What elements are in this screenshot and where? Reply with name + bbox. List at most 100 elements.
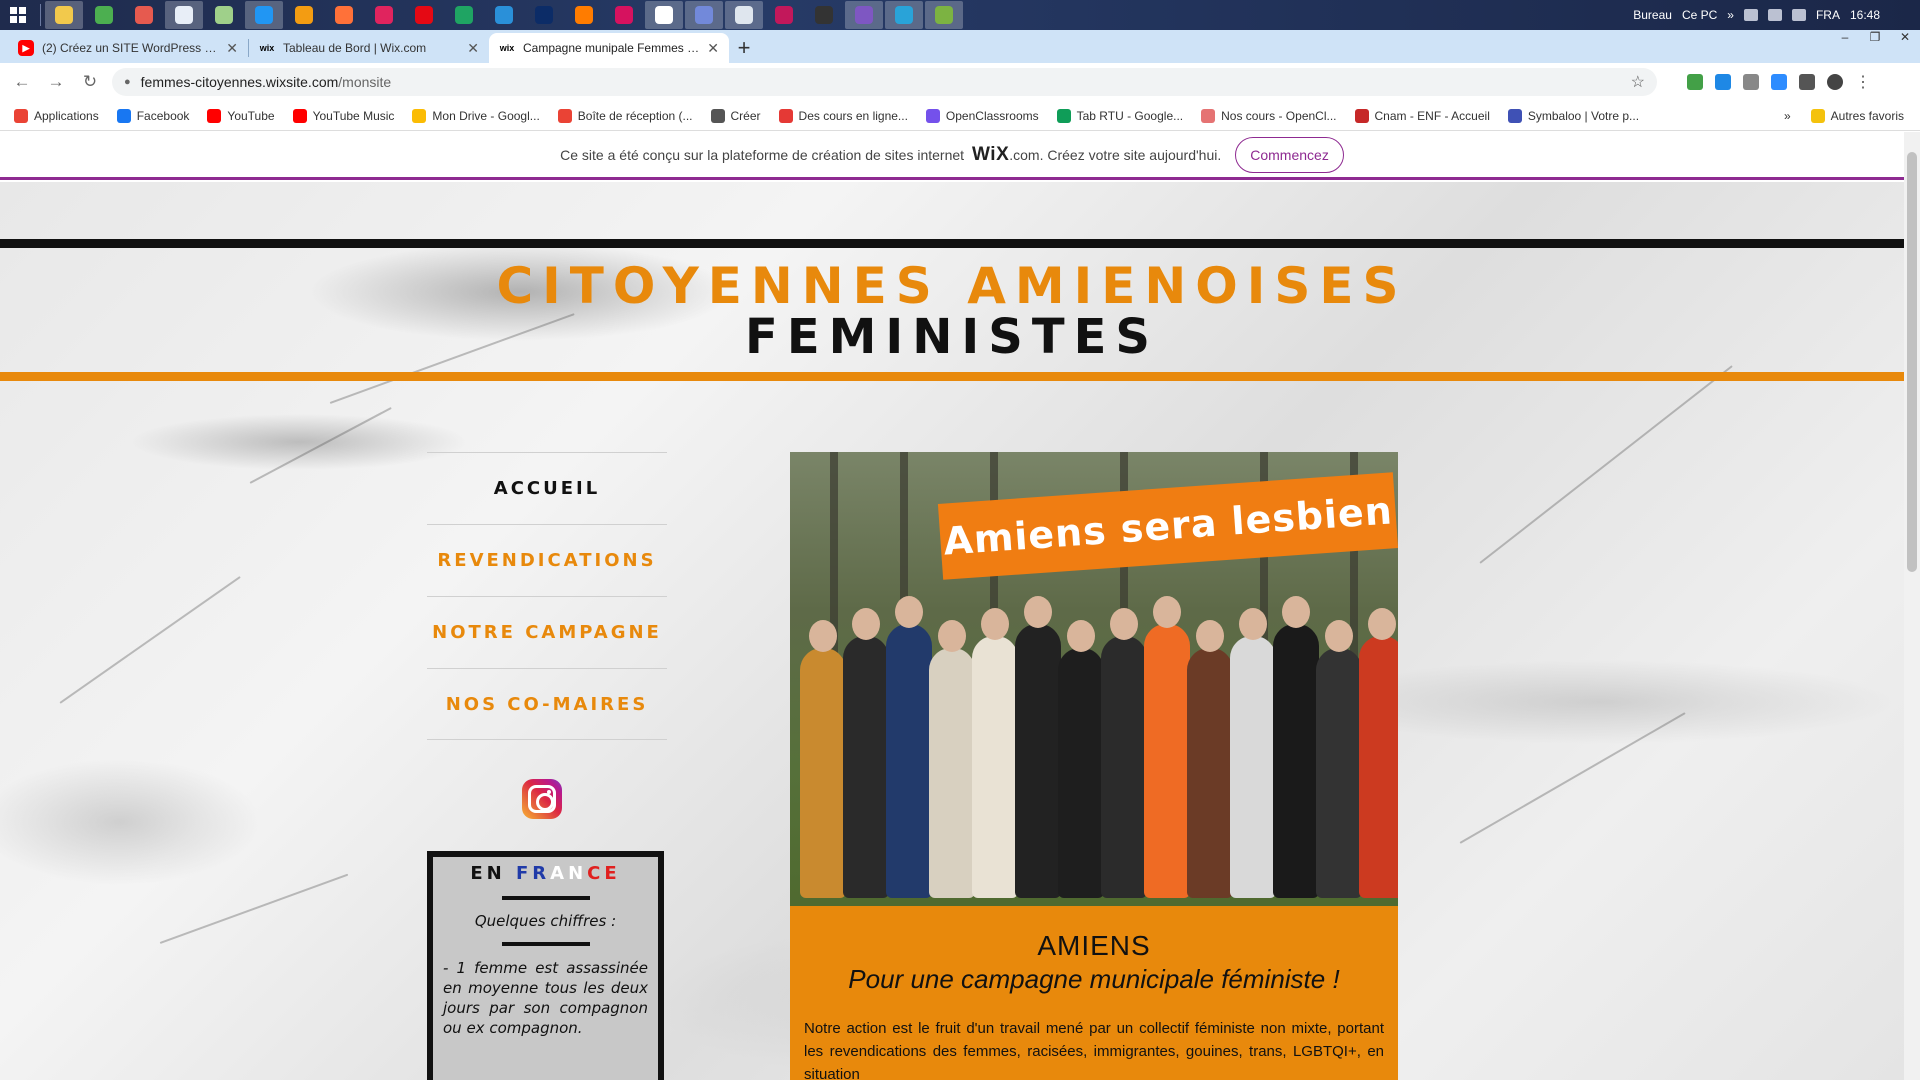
vscode-icon[interactable] bbox=[485, 1, 523, 29]
notepad-icon[interactable] bbox=[165, 1, 203, 29]
france-box-title: EN FRANCE bbox=[443, 863, 648, 884]
app-icon-22[interactable] bbox=[885, 1, 923, 29]
nav-item-nos-co-maires[interactable]: NOS CO-MAIRES bbox=[427, 668, 667, 740]
bookmark-item[interactable]: YouTube bbox=[207, 108, 275, 123]
app-icon-23[interactable] bbox=[925, 1, 963, 29]
netflix-icon[interactable] bbox=[405, 1, 443, 29]
illustrator-icon[interactable] bbox=[565, 1, 603, 29]
menu-kebab-icon[interactable]: ⋮ bbox=[1855, 72, 1871, 92]
discord-icon[interactable] bbox=[685, 1, 723, 29]
person-head bbox=[852, 608, 880, 640]
close-tab-icon[interactable]: ✕ bbox=[707, 40, 719, 57]
chrome-icon-glyph bbox=[655, 6, 673, 24]
clock[interactable]: 16:48 bbox=[1850, 8, 1880, 22]
minimize-icon[interactable]: – bbox=[1830, 30, 1860, 50]
bookmark-item[interactable]: Cnam - ENF - Accueil bbox=[1354, 108, 1490, 123]
app-icon-3[interactable] bbox=[125, 1, 163, 29]
nav-item-revendications[interactable]: REVENDICATIONS bbox=[427, 524, 667, 596]
nav-item-notre-campagne[interactable]: NOTRE CAMPAGNE bbox=[427, 596, 667, 668]
tab-title: Tableau de Bord | Wix.com bbox=[283, 41, 427, 55]
bookmark-item[interactable]: Applications bbox=[14, 108, 99, 123]
site-info-icon[interactable]: ● bbox=[124, 76, 131, 88]
extension-icon-2[interactable] bbox=[1715, 74, 1731, 90]
bookmark-item[interactable]: Boîte de réception (... bbox=[557, 108, 693, 123]
app-icon-20[interactable] bbox=[805, 1, 843, 29]
photoshop-icon[interactable] bbox=[525, 1, 563, 29]
back-icon[interactable]: ← bbox=[10, 70, 34, 94]
app-icon-6[interactable] bbox=[245, 1, 283, 29]
close-tab-icon[interactable]: ✕ bbox=[226, 40, 238, 57]
tab-title: Campagne munipale Femmes Cit bbox=[523, 41, 700, 55]
instagram-icon[interactable] bbox=[522, 779, 562, 819]
browser-tab[interactable]: wix Campagne munipale Femmes Cit ✕ bbox=[489, 33, 729, 63]
bookmark-item[interactable]: OpenClassrooms bbox=[925, 108, 1039, 123]
bookmark-item[interactable]: Créer bbox=[710, 108, 761, 123]
wix-free-site-banner: Ce site a été conçu sur la plateforme de… bbox=[0, 132, 1904, 180]
site-title-line1: CITOYENNES AMIENOISES bbox=[496, 257, 1408, 315]
windows-start-icon[interactable] bbox=[0, 0, 36, 30]
wix-logo[interactable]: WiX bbox=[972, 144, 1009, 166]
reload-icon[interactable]: ↻ bbox=[78, 70, 102, 94]
page-scrollbar[interactable] bbox=[1904, 132, 1920, 1080]
nav-item-accueil[interactable]: ACCUEIL bbox=[427, 452, 667, 524]
bookmark-star-icon[interactable]: ☆ bbox=[1631, 72, 1645, 92]
vlc-icon[interactable] bbox=[285, 1, 323, 29]
file-explorer-icon[interactable] bbox=[45, 1, 83, 29]
scrollbar-thumb[interactable] bbox=[1907, 152, 1917, 572]
media-control-icon[interactable] bbox=[1799, 74, 1815, 90]
desktop-toolbar-label[interactable]: Bureau bbox=[1633, 8, 1672, 22]
bookmark-favicon-icon bbox=[1354, 108, 1369, 123]
app-icon-9[interactable] bbox=[365, 1, 403, 29]
person-figure bbox=[1230, 636, 1276, 898]
france-box-text: - 1 femme est assassinée en moyenne tous… bbox=[443, 959, 648, 1037]
language-indicator[interactable]: FRA bbox=[1816, 8, 1840, 22]
zoom-extension-icon[interactable] bbox=[1771, 74, 1787, 90]
new-tab-button[interactable]: + bbox=[729, 33, 759, 63]
keyboard-icon[interactable] bbox=[1743, 9, 1758, 21]
volume-icon[interactable] bbox=[1791, 9, 1806, 21]
app-icon-18[interactable] bbox=[725, 1, 763, 29]
marble-vein bbox=[1459, 712, 1686, 844]
restore-icon[interactable]: ❐ bbox=[1860, 30, 1890, 50]
omnibox[interactable]: ● femmes-citoyennes.wixsite.com/monsite … bbox=[112, 68, 1657, 96]
app-icon-2[interactable] bbox=[85, 1, 123, 29]
bookmarks-overflow-icon[interactable]: » bbox=[1784, 109, 1791, 123]
toolbar-more-icon[interactable]: » bbox=[1727, 8, 1734, 22]
os-taskbar: Bureau Ce PC » FRA 16:48 bbox=[0, 0, 1920, 30]
bookmark-item[interactable]: YouTube Music bbox=[292, 108, 394, 123]
app-icon-5[interactable] bbox=[205, 1, 243, 29]
marble-vein bbox=[59, 575, 241, 704]
chrome-icon[interactable] bbox=[645, 1, 683, 29]
network-icon[interactable] bbox=[1767, 9, 1782, 21]
firefox-icon[interactable] bbox=[325, 1, 363, 29]
title-en: EN bbox=[470, 863, 506, 884]
bookmark-item[interactable]: Des cours en ligne... bbox=[778, 108, 908, 123]
bookmark-item[interactable]: Mon Drive - Googl... bbox=[412, 108, 540, 123]
bookmark-item[interactable]: Symbaloo | Votre p... bbox=[1507, 108, 1639, 123]
other-bookmarks-folder[interactable]: Autres favoris bbox=[1810, 108, 1904, 123]
person-figure bbox=[1101, 636, 1147, 898]
browser-tab[interactable]: ▶ (2) Créez un SITE WordPress - Tu ✕ bbox=[8, 33, 248, 63]
forward-icon[interactable]: → bbox=[44, 70, 68, 94]
commencez-button[interactable]: Commencez bbox=[1235, 136, 1344, 173]
bookmark-item[interactable]: Facebook bbox=[116, 108, 189, 123]
taskbar-separator bbox=[40, 4, 41, 26]
bookmarks-bar: Applications Facebook YouTube YouTube Music… bbox=[0, 101, 1920, 131]
close-tab-icon[interactable]: ✕ bbox=[467, 40, 479, 57]
bookmark-item[interactable]: Tab RTU - Google... bbox=[1056, 108, 1183, 123]
bookmark-item[interactable]: Nos cours - OpenCl... bbox=[1201, 108, 1337, 123]
app-icon-21[interactable] bbox=[845, 1, 883, 29]
bookmark-label: Des cours en ligne... bbox=[798, 108, 908, 123]
extension-icon-1[interactable] bbox=[1687, 74, 1703, 90]
browser-tab[interactable]: wix Tableau de Bord | Wix.com ✕ bbox=[249, 33, 489, 63]
url-host: femmes-citoyennes.wixsite.com bbox=[140, 74, 339, 90]
close-window-icon[interactable]: ✕ bbox=[1890, 30, 1920, 50]
indesign-icon[interactable] bbox=[605, 1, 643, 29]
title-ce: CE bbox=[587, 863, 621, 884]
extension-icon-3[interactable] bbox=[1743, 74, 1759, 90]
profile-avatar[interactable] bbox=[1827, 74, 1843, 90]
this-pc-label[interactable]: Ce PC bbox=[1682, 8, 1717, 22]
app-icon-11[interactable] bbox=[445, 1, 483, 29]
app-icon-19[interactable] bbox=[765, 1, 803, 29]
bookmark-favicon-icon bbox=[207, 108, 222, 123]
